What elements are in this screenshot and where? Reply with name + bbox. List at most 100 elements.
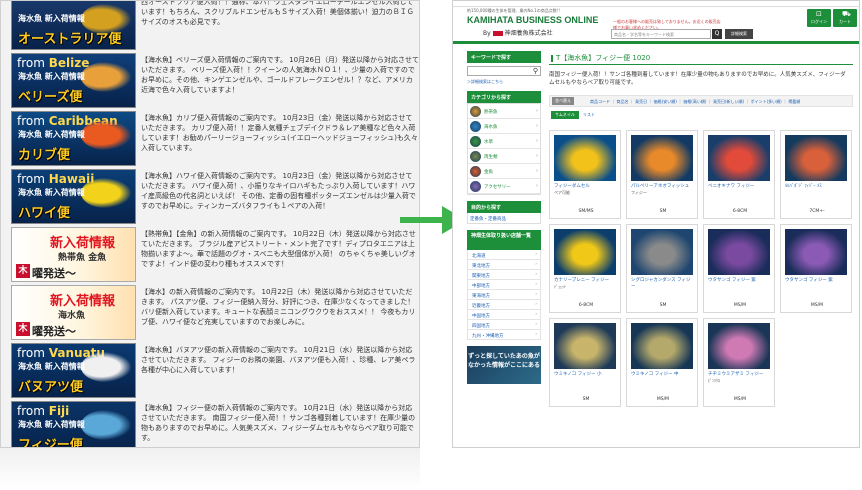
banner-region-en: Fiji [48, 404, 70, 418]
store-region-item[interactable]: 東北地方 › [467, 260, 541, 270]
search-input[interactable]: 商品名・学名等をキーワード検索 [611, 29, 711, 39]
region-banner[interactable]: from Belize 海水魚 新入荷情報 ベリーズ便 [11, 53, 136, 108]
product-card[interactable]: カナリーブレニー フィジー ﾃﾞｭｪｯﾄ 6-8CM [549, 224, 621, 313]
sidebar-banner[interactable]: ずっと探していたあの魚が なかった情報がここにある [467, 346, 541, 384]
news-text: 【海水魚】バヌアツ便の新入荷情報のご案内です。 10月21日（水）発送以降から対… [141, 346, 416, 374]
weekday-mark: 木 [16, 264, 30, 278]
product-photo[interactable] [554, 323, 616, 369]
store-region-item[interactable]: 四国地方 › [467, 320, 541, 330]
keyword-search-header: キーワードで探す [467, 51, 541, 63]
product-photo[interactable] [631, 229, 693, 275]
product-card[interactable]: チヂミウミアザミ フィジー ﾋﾟﾝｸｸﾛ MS/M [703, 318, 775, 407]
category-thumb [470, 106, 481, 117]
view-thumbnail-button[interactable]: サムネイル [551, 111, 579, 119]
advanced-search-button[interactable]: 詳細検索 [725, 29, 753, 39]
banner-region-en: Belize [48, 56, 90, 70]
site-logo[interactable]: KAMIHATA BUSINESS ONLINE [467, 15, 598, 25]
product-name[interactable]: ウミキノコ フィジー 小 [554, 372, 618, 378]
store-region-item[interactable]: 北海道 › [467, 250, 541, 260]
chevron-right-icon: › [535, 272, 537, 277]
cart-button[interactable]: ⛟ カート [833, 9, 857, 27]
login-button[interactable]: ⊡ ログイン [807, 9, 831, 27]
product-card[interactable]: ウタサンゴ フィジー 紫 MS/M [780, 224, 852, 313]
sidebar: キーワードで探す ⚲ ＞詳細検索はこちら カテゴリから探す 熱帯魚 › 海水魚 › 水草… [467, 51, 541, 384]
banner-ship-day: 曜発送〜 [32, 267, 76, 280]
region-banner[interactable]: 海水魚 新入荷情報 オーストラリア便 [11, 1, 136, 50]
chevron-right-icon: › [535, 302, 537, 307]
store-region-label: 北海道 [472, 254, 486, 259]
category-item[interactable]: 金魚 › [468, 164, 540, 179]
news-item: 海水魚 新入荷情報 オーストラリア便 西オーストラリア便入荷！！通称、本バ！ウェスタ… [1, 1, 419, 53]
product-photo[interactable] [708, 229, 770, 275]
category-list: 熱帯魚 › 海水魚 › 水草 › 両生類 › 金魚 › アクセサリー › [467, 103, 541, 195]
news-item: 新入荷情報 海水魚木曜発送〜 【海水】の新入荷情報のご案内です。 10月22日（木）… [1, 285, 419, 343]
store-region-label: 東海地方 [472, 294, 490, 299]
header-divider [453, 41, 859, 44]
product-note: ﾋﾟﾝｸｸﾛ [708, 378, 720, 383]
store-region-label: 近畿地方 [472, 304, 490, 309]
sort-bar: 並べ替え 商品コード ｜ 商品名 ｜ 発売日 ｜ 価格(安い順) ｜ 価格(高い… [549, 95, 853, 107]
product-card[interactable]: ウミキノコ フィジー 小 SM [549, 318, 621, 407]
product-name[interactable]: ウタサンゴ フィジー 紫 [785, 278, 849, 284]
product-photo[interactable] [708, 323, 770, 369]
product-name[interactable]: ベニオキナワ フィジー [708, 184, 772, 190]
product-name[interactable]: ウタサンゴ フィジー 紫 [708, 278, 772, 284]
store-region-item[interactable]: 中国地方 › [467, 310, 541, 320]
chevron-right-icon: › [536, 183, 538, 189]
product-photo[interactable] [631, 135, 693, 181]
chevron-right-icon: › [536, 138, 538, 144]
search-button[interactable]: Q [712, 29, 722, 39]
fish-image [81, 410, 131, 440]
product-card[interactable]: ﾙﾙﾊﾞﾎﾞｼﾞ ﾌｨｼﾞｰ ﾒｽ 7CM+- [780, 130, 852, 219]
chevron-right-icon: › [535, 332, 537, 337]
banner-from: from Fiji [17, 404, 70, 418]
product-name[interactable]: ﾙﾙﾊﾞﾎﾞｼﾞ ﾌｨｼﾞｰ ﾒｽ [785, 184, 849, 190]
product-size: SM [659, 303, 667, 308]
news-list-panel: 海水魚 新入荷情報 オーストラリア便 西オーストラリア便入荷！！通称、本バ！ウェスタ… [0, 0, 420, 448]
product-card[interactable]: フィジーダムセル ペア可能 SM/MS [549, 130, 621, 219]
main-content: T【海水魚】フィジー便 1020 南国フィジー便入荷！！サンゴ各種到着しています… [549, 51, 853, 407]
product-card[interactable]: シグロジャカンダンス フィジー SM [626, 224, 698, 313]
news-text: 【熱帯魚】【金魚】の新入荷情報のご案内です。 10月22日（木）発送以降から対応… [141, 230, 416, 268]
view-list-button[interactable]: リスト [583, 112, 595, 118]
store-region-item[interactable]: 関東地方 › [467, 270, 541, 280]
purpose-link[interactable]: 定番魚・定番商品 [467, 213, 541, 224]
sort-options[interactable]: 商品コード ｜ 商品名 ｜ 発売日 ｜ 価格(安い順) ｜ 価格(高い順) ｜ … [590, 99, 800, 105]
category-item[interactable]: 海水魚 › [468, 119, 540, 134]
region-banner[interactable]: from Hawaii 海水魚 新入荷情報 ハワイ便 [11, 169, 136, 224]
product-card[interactable]: パルべリーアネオフィッシュ フィジー SM [626, 130, 698, 219]
search-icon[interactable]: ⚲ [533, 67, 538, 75]
category-label: 金魚 [484, 170, 493, 175]
product-photo[interactable] [785, 135, 847, 181]
store-region-item[interactable]: 東海地方 › [467, 290, 541, 300]
category-item[interactable]: 水草 › [468, 134, 540, 149]
store-region-item[interactable]: 九州・沖縄地方 › [467, 330, 541, 340]
store-list: 北海道 › 東北地方 › 関東地方 › 中部地方 › 東海地方 › 近畿地方 › 中国地方 › 四国地方 › 九… [467, 250, 541, 340]
banner-category: 熱帯魚 金魚 [58, 253, 107, 263]
product-name[interactable]: ウミキノコ フィジー 中 [631, 372, 695, 378]
store-region-item[interactable]: 近畿地方 › [467, 300, 541, 310]
region-banner[interactable]: from Vanuatu 海水魚 新入荷情報 バヌアツ便 [11, 343, 136, 398]
region-banner[interactable]: from Caribbean 海水魚 新入荷情報 カリブ便 [11, 111, 136, 166]
product-card[interactable]: ベニオキナワ フィジー 6-8CM [703, 130, 775, 219]
category-item[interactable]: 熱帯魚 › [468, 104, 540, 119]
product-name[interactable]: シグロジャカンダンス フィジー [631, 278, 695, 290]
product-photo[interactable] [554, 135, 616, 181]
new-arrival-banner[interactable]: 新入荷情報 熱帯魚 金魚木曜発送〜 [11, 227, 136, 282]
product-card[interactable]: ウタサンゴ フィジー 紫 MS/M [703, 224, 775, 313]
store-region-item[interactable]: 中部地方 › [467, 280, 541, 290]
product-photo[interactable] [554, 229, 616, 275]
keyword-input[interactable]: ⚲ [467, 66, 541, 76]
product-photo[interactable] [785, 229, 847, 275]
fish-image [81, 178, 131, 208]
category-item[interactable]: アクセサリー › [468, 179, 540, 194]
category-thumb [470, 121, 481, 132]
category-item[interactable]: 両生類 › [468, 149, 540, 164]
product-photo[interactable] [631, 323, 693, 369]
product-card[interactable]: ウミキノコ フィジー 中 MS/M [626, 318, 698, 407]
new-arrival-banner[interactable]: 新入荷情報 海水魚木曜発送〜 [11, 285, 136, 340]
advanced-search-link[interactable]: ＞詳細検索はこちら [467, 79, 541, 85]
region-banner[interactable]: from Fiji 海水魚 新入荷情報 フィジー便 [11, 401, 136, 447]
banner-tag: 海水魚 新入荷情報 [18, 188, 85, 197]
product-photo[interactable] [708, 135, 770, 181]
